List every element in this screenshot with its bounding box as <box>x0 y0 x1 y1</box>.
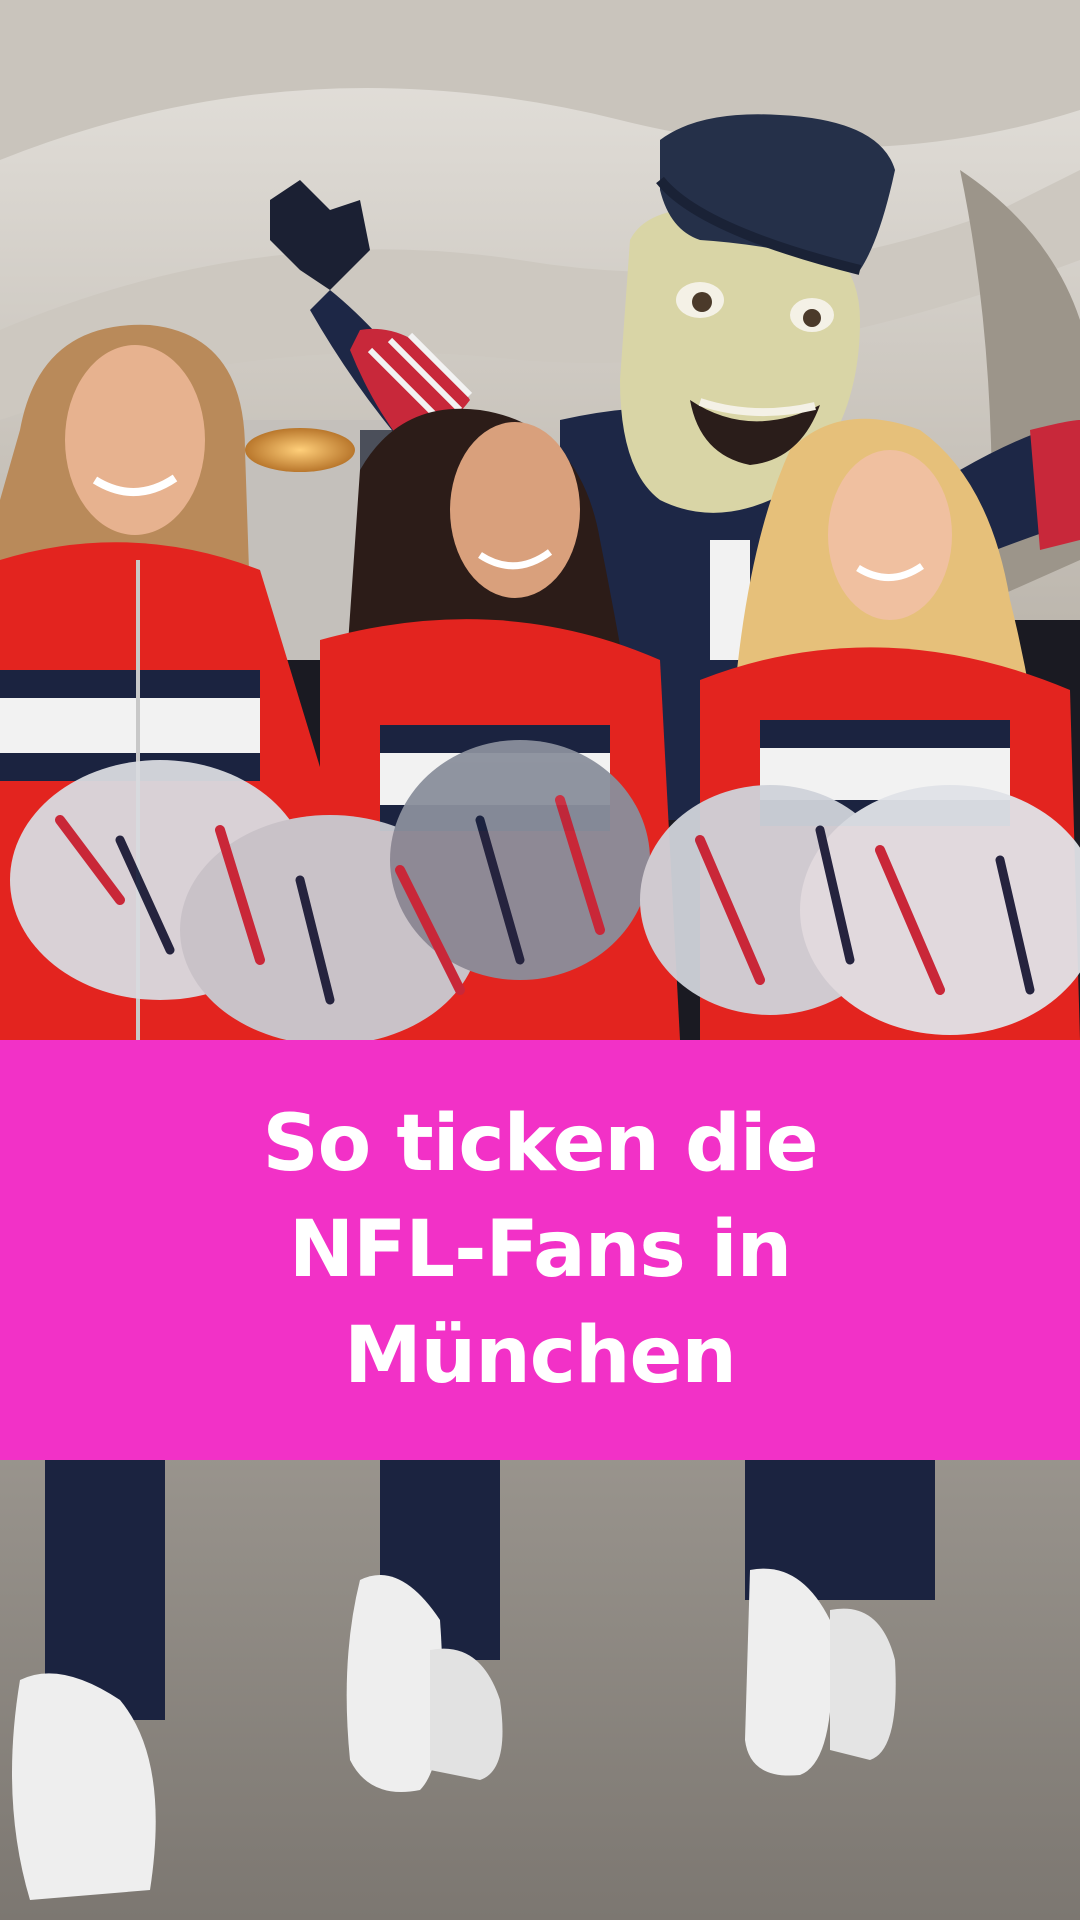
caption-line-1: So ticken die <box>262 1099 818 1189</box>
caption-line-2: NFL-Fans in <box>288 1205 792 1295</box>
video-frame: So ticken die NFL-Fans in München <box>0 0 1080 1920</box>
photo-scene <box>0 0 1080 1920</box>
lamp <box>245 428 355 472</box>
caption-line-3: München <box>344 1311 737 1401</box>
caption-overlay: So ticken die NFL-Fans in München <box>0 1040 1080 1460</box>
